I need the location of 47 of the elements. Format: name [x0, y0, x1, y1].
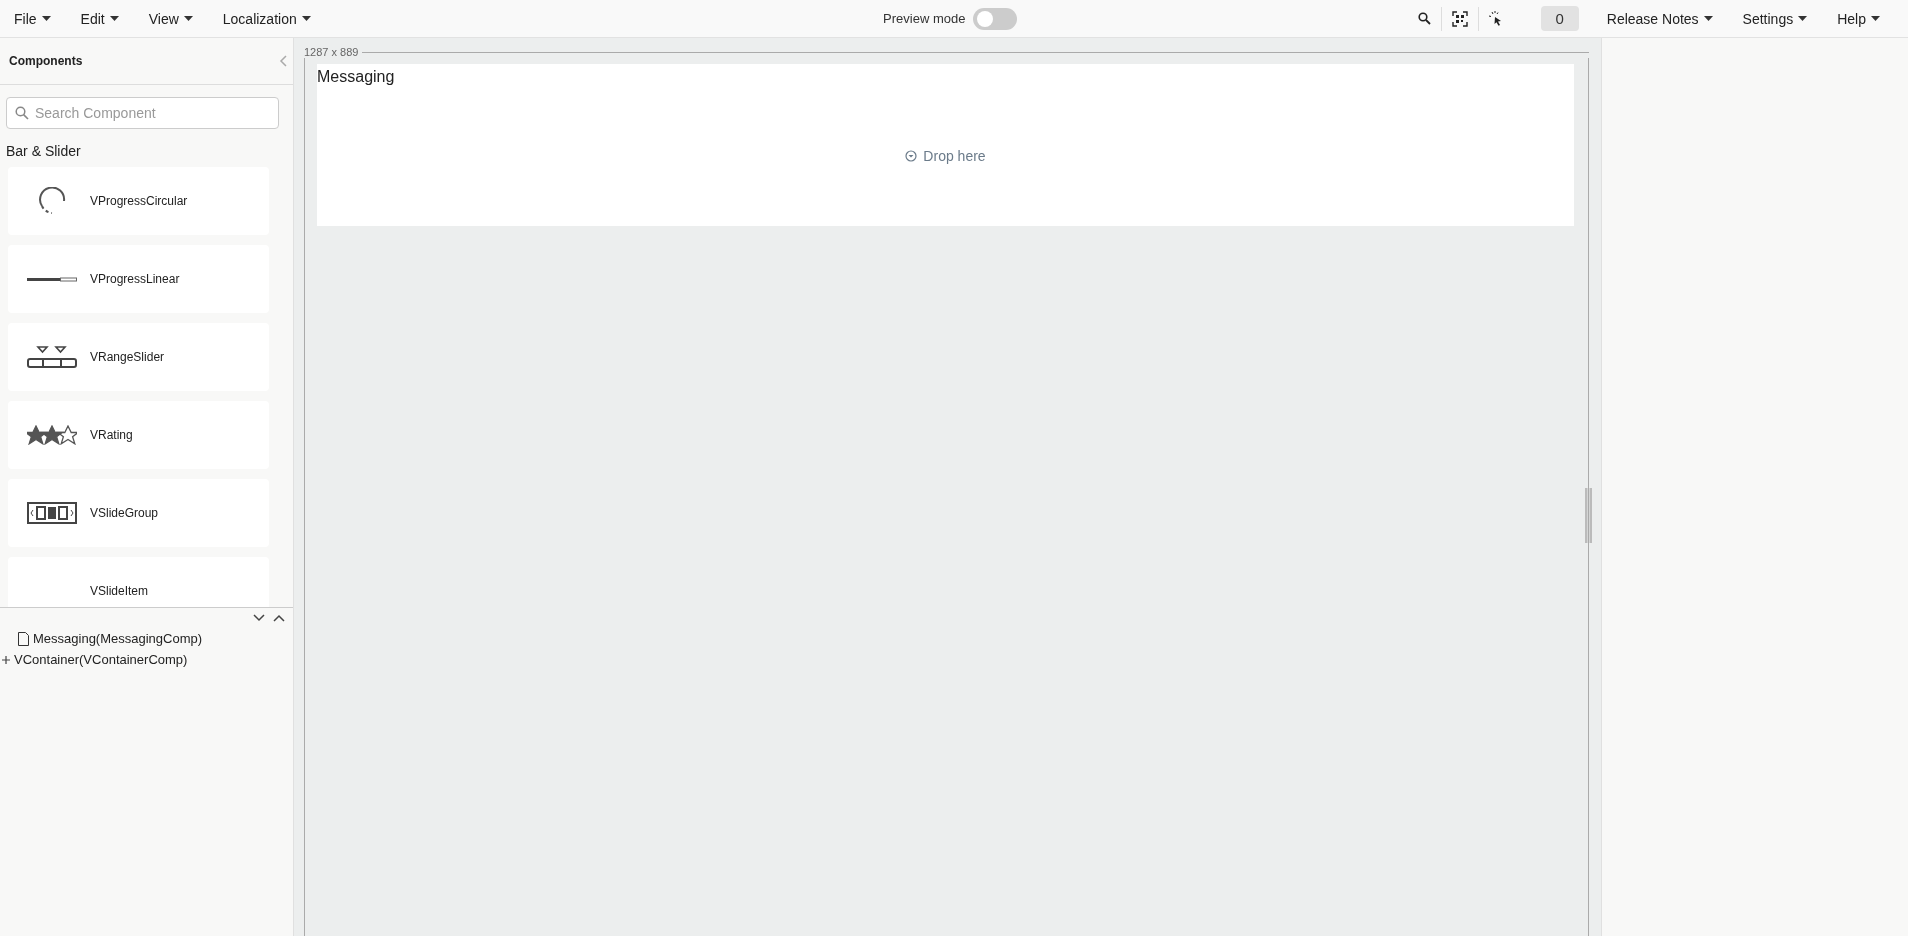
- group-heading: Bar & Slider: [5, 142, 82, 161]
- chevron-up-icon[interactable]: [273, 614, 285, 622]
- plus-icon[interactable]: [2, 655, 10, 664]
- component-card[interactable]: VRating: [8, 401, 269, 469]
- file-icon: [18, 631, 29, 646]
- component-card[interactable]: VProgressLinear: [8, 245, 269, 313]
- component-card[interactable]: VRangeSlider: [8, 323, 269, 391]
- component-card[interactable]: VSlideItem: [8, 557, 269, 607]
- component-card[interactable]: VSlideGroup: [8, 479, 269, 547]
- drop-hint: Drop here: [923, 148, 986, 164]
- qr-code-icon: [1451, 10, 1468, 27]
- caret-icon: [41, 16, 51, 21]
- search-icon: [1417, 12, 1431, 25]
- tree-item[interactable]: Messaging(MessagingComp): [33, 631, 203, 646]
- menu-button[interactable]: Settings: [1734, 4, 1816, 33]
- preview-toggle[interactable]: [973, 7, 1018, 30]
- caret-icon: [1798, 16, 1808, 21]
- rating-stars-icon: [27, 425, 77, 445]
- menu-button[interactable]: Edit: [72, 4, 127, 33]
- tree-item[interactable]: VContainer(VContainerComp): [14, 652, 188, 667]
- menu-button[interactable]: File: [6, 4, 59, 33]
- resize-handle[interactable]: [1585, 488, 1593, 543]
- search-field[interactable]: Search Component: [6, 97, 279, 129]
- canvas-size: 1287 x 889: [304, 46, 359, 58]
- counter-badge: 0: [1540, 6, 1579, 31]
- chevron-down-icon[interactable]: [253, 614, 265, 622]
- search-icon: [15, 106, 29, 120]
- menu-button[interactable]: Release Notes: [1598, 4, 1721, 33]
- panel-title: Components: [9, 54, 83, 68]
- preview-mode-label: Preview mode: [883, 11, 966, 26]
- caret-icon: [183, 16, 193, 21]
- slide-group-icon: [27, 502, 77, 524]
- menu-button[interactable]: View: [140, 4, 201, 33]
- menu-button[interactable]: Localization: [214, 4, 319, 33]
- progress-circle-icon: [38, 187, 66, 215]
- caret-icon: [301, 16, 311, 21]
- caret-icon: [1703, 16, 1713, 21]
- progress-bar-icon: [27, 276, 77, 282]
- menu-button[interactable]: Help: [1829, 4, 1888, 33]
- range-slider-icon: [27, 346, 77, 368]
- card-title: Messaging: [317, 68, 396, 86]
- caret-icon: [109, 16, 119, 21]
- component-card[interactable]: VProgressCircular: [8, 167, 269, 235]
- search-input[interactable]: Search Component: [35, 99, 278, 127]
- cursor-click-icon: [1488, 10, 1503, 27]
- caret-icon: [1871, 16, 1880, 21]
- drop-icon: [905, 150, 918, 162]
